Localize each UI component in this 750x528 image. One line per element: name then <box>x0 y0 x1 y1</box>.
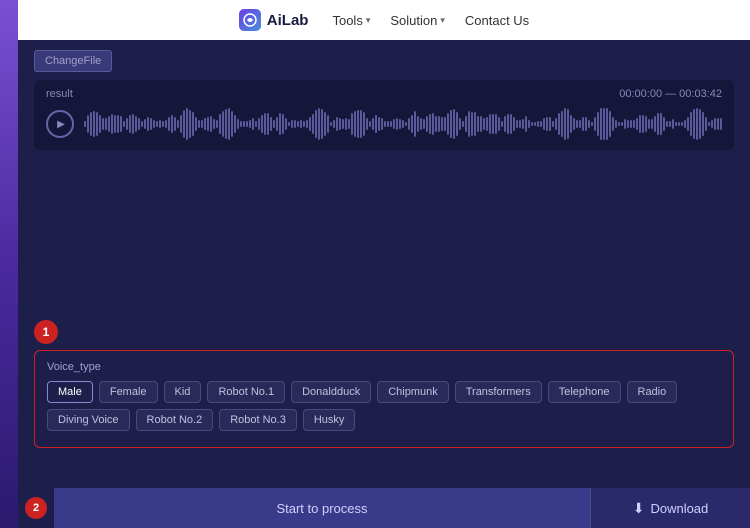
action-bar: 2 Start to process ⬇ Download <box>18 488 750 528</box>
left-gradient-bar <box>0 0 18 528</box>
voice-btn-radio[interactable]: Radio <box>627 381 678 403</box>
logo-text: AiLab <box>267 12 309 29</box>
nav-tools[interactable]: Tools ▾ <box>332 13 370 28</box>
voice-btn-husky[interactable]: Husky <box>303 409 356 431</box>
waveform <box>84 106 722 142</box>
voice-btn-donaldduck[interactable]: Donaldduck <box>291 381 371 403</box>
download-button[interactable]: ⬇ Download <box>590 488 750 528</box>
voice-btn-robot3[interactable]: Robot No.3 <box>219 409 297 431</box>
voice-btn-robot2[interactable]: Robot No.2 <box>136 409 214 431</box>
download-label: Download <box>650 501 708 516</box>
step1-indicator: 1 <box>34 320 58 344</box>
voice-btn-transformers[interactable]: Transformers <box>455 381 542 403</box>
voice-btn-chipmunk[interactable]: Chipmunk <box>377 381 449 403</box>
voice-btn-female[interactable]: Female <box>99 381 158 403</box>
download-icon: ⬇ <box>633 500 645 517</box>
header: AiLab Tools ▾ Solution ▾ Contact Us <box>18 0 750 40</box>
nav-solution[interactable]: Solution ▾ <box>390 13 445 28</box>
solution-arrow-icon: ▾ <box>440 15 445 26</box>
logo[interactable]: AiLab <box>239 9 309 31</box>
voice-btn-male[interactable]: Male <box>47 381 93 403</box>
voice-buttons-row1: Male Female Kid Robot No.1 Donaldduck Ch… <box>47 381 721 403</box>
play-icon: ▶ <box>57 119 65 130</box>
audio-header: result 00:00:00 — 00:03:42 <box>46 88 722 100</box>
header-nav: Tools ▾ Solution ▾ Contact Us <box>332 13 529 28</box>
voice-btn-telephone[interactable]: Telephone <box>548 381 621 403</box>
audio-time-range: 00:00:00 — 00:03:42 <box>619 88 722 100</box>
main-content: ChangeFile result 00:00:00 — 00:03:42 ▶ … <box>18 40 750 528</box>
voice-type-label: Voice_type <box>47 361 721 373</box>
nav-contact[interactable]: Contact Us <box>465 13 529 28</box>
audio-player-container: result 00:00:00 — 00:03:42 ▶ <box>34 80 734 150</box>
start-process-button[interactable]: Start to process <box>54 488 590 528</box>
tools-arrow-icon: ▾ <box>366 15 371 26</box>
result-label: result <box>46 88 73 100</box>
audio-player: ▶ <box>46 106 722 142</box>
change-file-button[interactable]: ChangeFile <box>34 50 112 72</box>
voice-btn-kid[interactable]: Kid <box>164 381 202 403</box>
voice-buttons-row2: Diving Voice Robot No.2 Robot No.3 Husky <box>47 409 721 431</box>
voice-type-panel: Voice_type Male Female Kid Robot No.1 Do… <box>34 350 734 448</box>
step2-container: 2 <box>18 488 54 528</box>
step2-indicator: 2 <box>25 497 47 519</box>
voice-btn-robot1[interactable]: Robot No.1 <box>207 381 285 403</box>
voice-btn-diving[interactable]: Diving Voice <box>47 409 130 431</box>
middle-area <box>34 160 734 320</box>
logo-icon <box>239 9 261 31</box>
play-button[interactable]: ▶ <box>46 110 74 138</box>
